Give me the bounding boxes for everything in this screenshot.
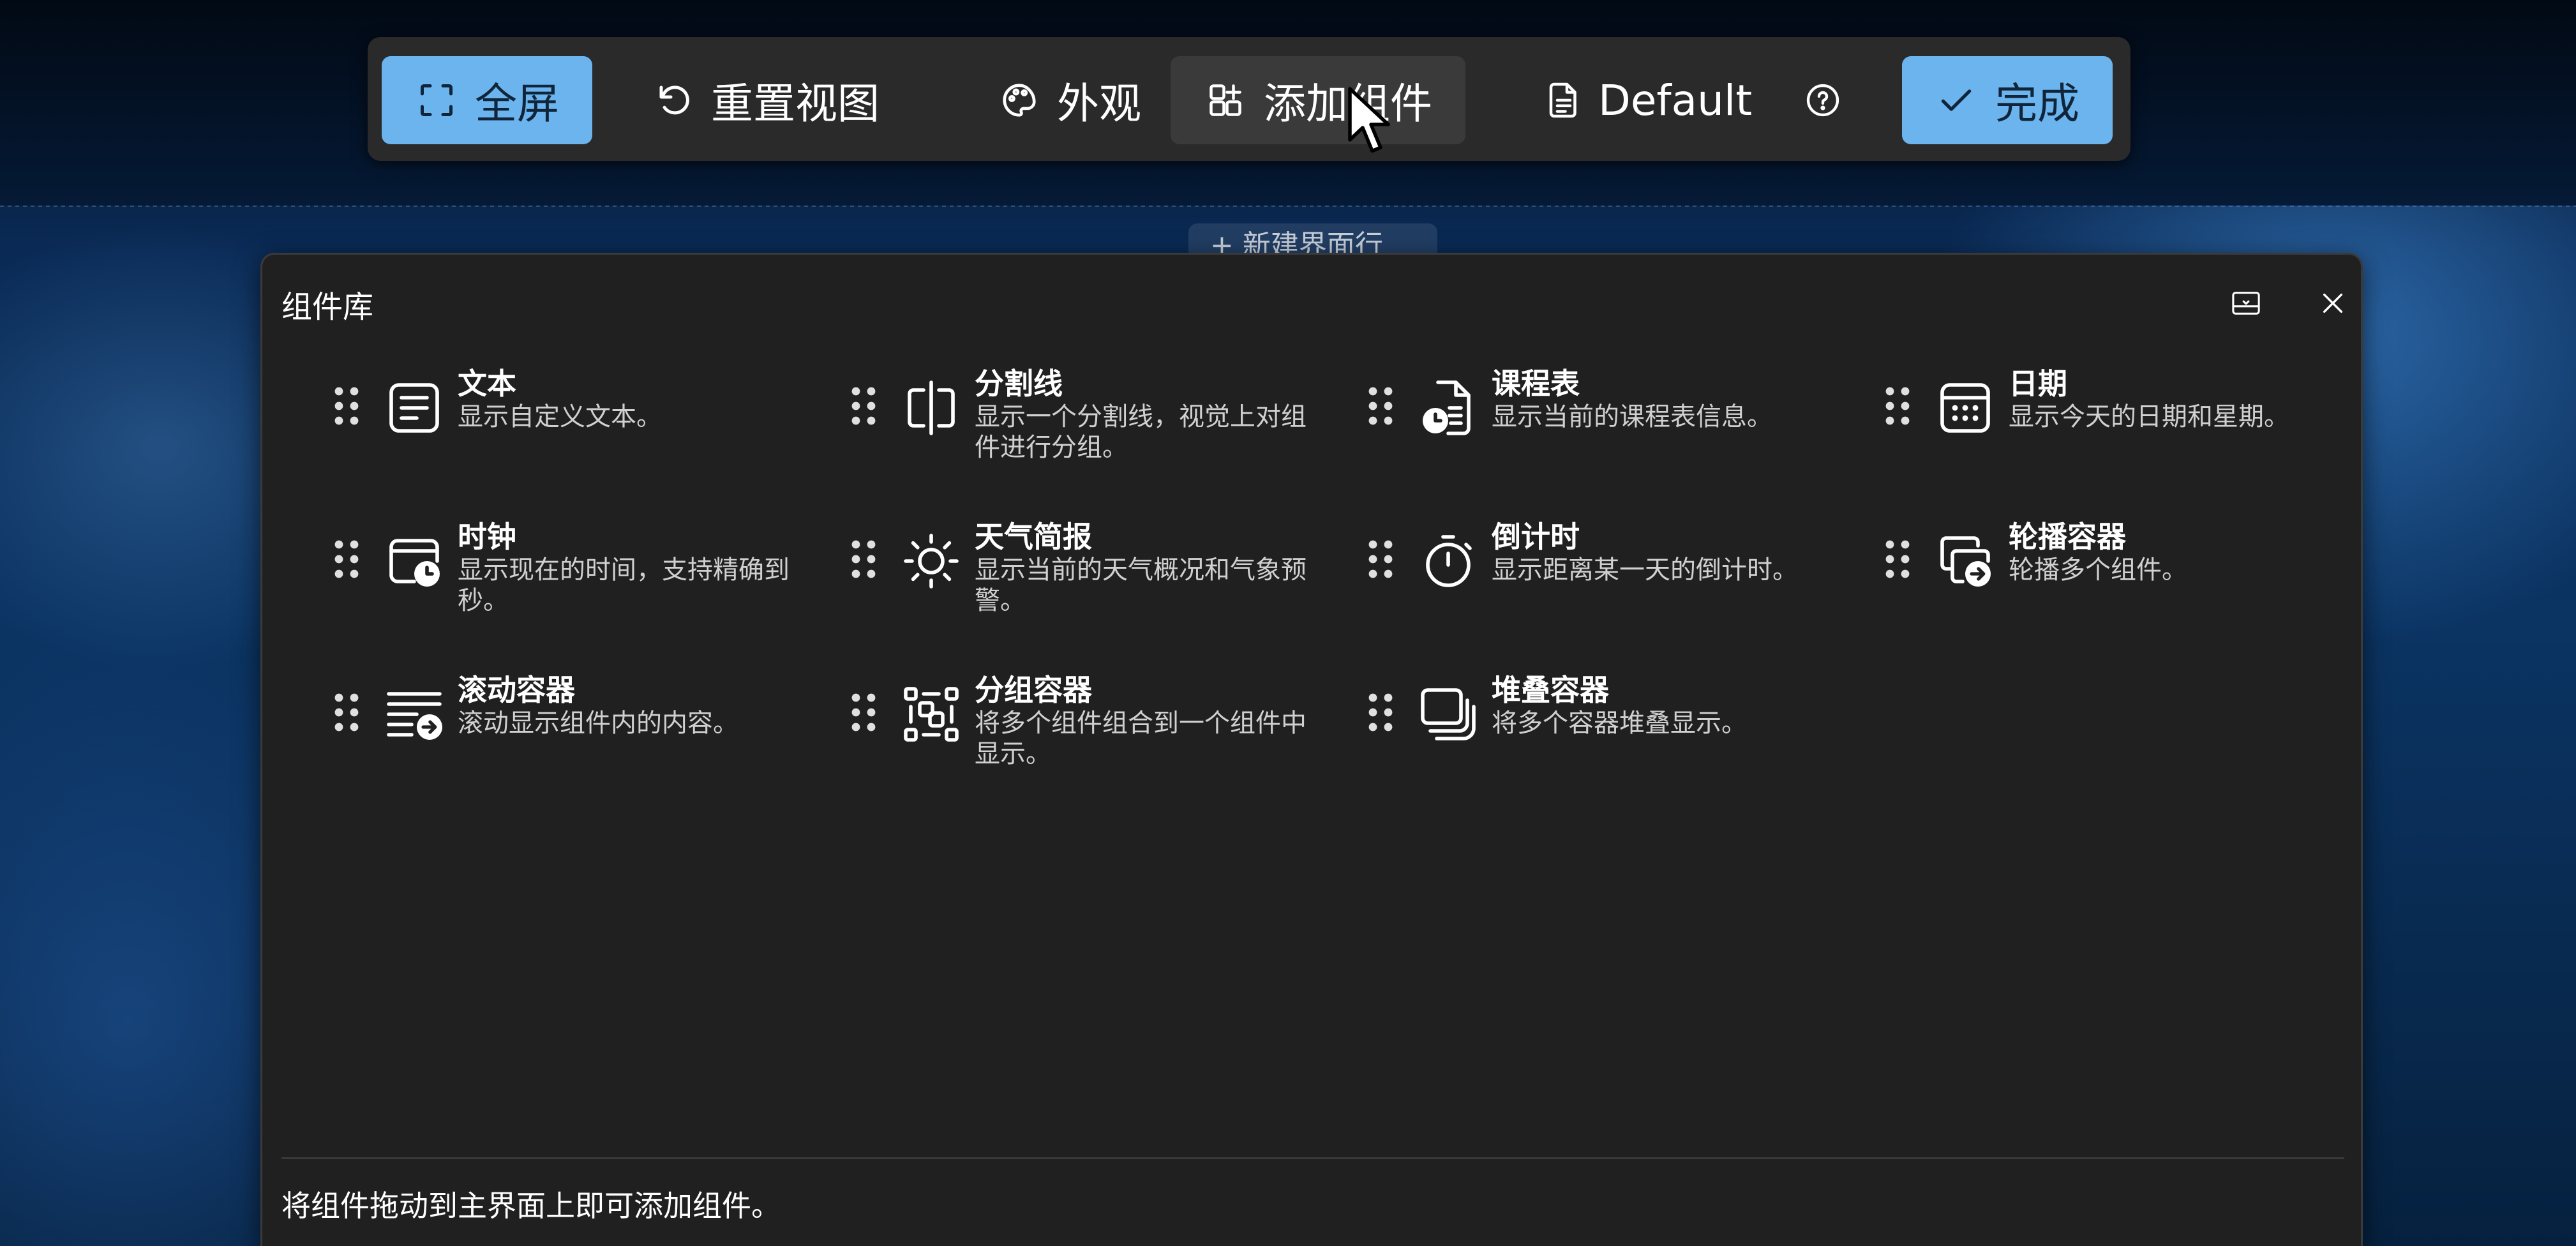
widget-description: 显示今天的日期和星期。 <box>2009 402 2289 432</box>
widget-title: 滚动容器 <box>458 673 575 707</box>
drag-handle-icon <box>851 540 876 578</box>
widget-description: 将多个容器堆叠显示。 <box>1492 709 1747 738</box>
dock-panel-icon <box>2232 292 2260 315</box>
drag-handle-icon <box>1368 693 1393 732</box>
widget-item-countdown[interactable]: 倒计时 显示距离某一天的倒计时。 <box>1367 514 1864 622</box>
undo-icon <box>659 86 689 115</box>
widget-item-scroll-container[interactable]: 滚动容器 滚动显示组件内的内容。 <box>333 667 830 776</box>
widget-title: 分组容器 <box>975 673 1092 707</box>
close-panel-button[interactable] <box>2307 278 2358 329</box>
widget-description: 显示自定义文本。 <box>458 402 662 432</box>
widget-title: 倒计时 <box>1492 520 1580 554</box>
drag-handle-icon <box>851 387 876 425</box>
widget-description: 将多个组件组合到一个组件中显示。 <box>975 709 1307 769</box>
widget-title: 课程表 <box>1492 366 1580 401</box>
clock-icon <box>389 539 440 587</box>
text-icon <box>389 383 439 433</box>
widget-item-date[interactable]: 日期 显示今天的日期和星期。 <box>1883 361 2381 469</box>
widget-title: 日期 <box>2009 366 2067 401</box>
close-icon <box>2323 293 2343 313</box>
drag-handle-icon <box>1368 540 1393 578</box>
profile-button[interactable]: Default <box>1510 56 1753 144</box>
reset-view-button[interactable]: 重置视图 <box>631 56 943 144</box>
widget-item-clock[interactable]: 时钟 显示现在的时间，支持精确到秒。 <box>333 514 830 622</box>
profile-label: Default <box>1598 75 1753 125</box>
footer-divider <box>281 1157 2344 1159</box>
widget-item-schedule[interactable]: 课程表 显示当前的课程表信息。 <box>1367 361 1864 469</box>
checkmark-icon <box>1941 89 1972 111</box>
widget-item-divider[interactable]: 分割线 显示一个分割线，视觉上对组件进行分组。 <box>850 361 1347 469</box>
widget-item-carousel-container[interactable]: 轮播容器 轮播多个组件。 <box>1883 514 2381 622</box>
drag-handle-icon <box>334 387 359 425</box>
widget-description: 轮播多个组件。 <box>2009 555 2187 585</box>
widget-item-weather[interactable]: 天气简报 显示当前的天气概况和气象预警。 <box>850 514 1347 622</box>
drag-handle-icon <box>334 540 359 578</box>
palette-icon <box>1003 84 1036 117</box>
panel-title: 组件库 <box>281 289 374 325</box>
widget-description: 显示当前的课程表信息。 <box>1492 402 1772 432</box>
carousel-container-icon <box>1940 536 1991 587</box>
drag-handle-icon <box>334 693 359 732</box>
widget-library-panel: 组件库 文本 显示自定义文本。 分割线 显示一个分割线，视觉上对组件进行分组。 <box>260 253 2363 1246</box>
dock-panel-button[interactable] <box>2220 278 2272 329</box>
help-button[interactable] <box>1786 56 1860 144</box>
widget-description: 显示现在的时间，支持精确到秒。 <box>458 555 790 615</box>
schedule-icon <box>1423 380 1471 435</box>
help-icon <box>1806 84 1839 117</box>
edit-toolbar: 全屏 重置视图 外观 添加组件 Default 完成 <box>368 37 2130 161</box>
mouse-pointer-icon <box>1348 87 1390 153</box>
fullscreen-icon <box>421 84 453 116</box>
add-widget-icon <box>1209 84 1241 116</box>
reset-view-label: 重置视图 <box>711 79 880 128</box>
fullscreen-label: 全屏 <box>475 79 559 128</box>
drag-handle-icon <box>1368 387 1393 425</box>
done-label: 完成 <box>1995 79 2079 128</box>
group-container-icon <box>904 687 959 742</box>
timer-icon <box>1426 535 1472 587</box>
widget-description: 显示当前的天气概况和气象预警。 <box>975 555 1307 615</box>
widget-title: 天气简报 <box>975 520 1092 554</box>
widget-title: 堆叠容器 <box>1492 673 1609 707</box>
document-icon <box>1549 82 1576 118</box>
widget-item-text[interactable]: 文本 显示自定义文本。 <box>333 361 830 469</box>
widget-description: 滚动显示组件内的内容。 <box>458 709 738 738</box>
widget-title: 分割线 <box>975 366 1063 401</box>
stack-container-icon <box>1421 688 1476 740</box>
widget-item-group-container[interactable]: 分组容器 将多个组件组合到一个组件中显示。 <box>850 667 1347 776</box>
drag-handle-icon <box>851 693 876 732</box>
done-button[interactable]: 完成 <box>1902 56 2113 144</box>
widget-item-stack-container[interactable]: 堆叠容器 将多个容器堆叠显示。 <box>1367 667 1864 776</box>
drag-handle-icon <box>1885 387 1910 425</box>
widget-title: 轮播容器 <box>2009 520 2126 554</box>
footer-hint: 将组件拖动到主界面上即可添加组件。 <box>281 1189 781 1223</box>
appearance-button[interactable]: 外观 <box>964 56 1155 144</box>
scroll-container-icon <box>387 692 442 740</box>
add-widget-button[interactable]: 添加组件 <box>1171 56 1465 144</box>
calendar-icon <box>1940 383 1990 433</box>
divider-icon <box>908 380 955 435</box>
widget-title: 文本 <box>458 366 516 401</box>
widget-title: 时钟 <box>458 520 516 554</box>
main-window-edge <box>0 206 2576 207</box>
widget-description: 显示一个分割线，视觉上对组件进行分组。 <box>975 402 1307 462</box>
appearance-label: 外观 <box>1057 79 1141 128</box>
widget-description: 显示距离某一天的倒计时。 <box>1492 555 1798 585</box>
fullscreen-button[interactable]: 全屏 <box>382 56 592 144</box>
weather-sun-icon <box>904 534 959 589</box>
drag-handle-icon <box>1885 540 1910 578</box>
